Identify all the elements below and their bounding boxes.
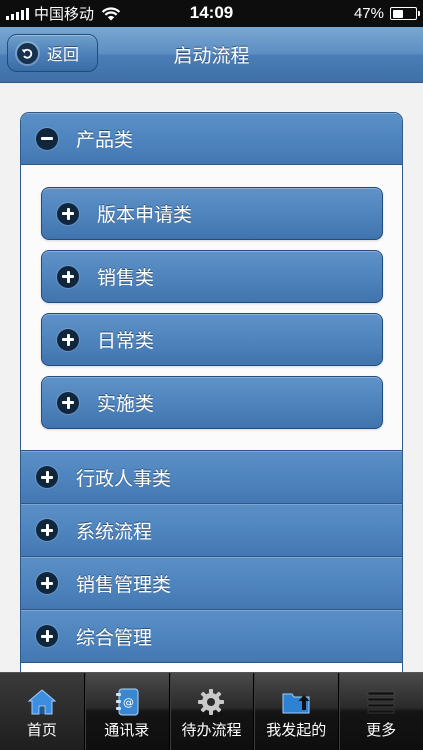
content-area[interactable]: 产品类 版本申请类 销售类 日常类 实施类 行政人事类 系统流程 销售管理类 综… xyxy=(0,84,423,672)
category-list: 产品类 版本申请类 销售类 日常类 实施类 行政人事类 系统流程 销售管理类 综… xyxy=(20,112,403,672)
minus-circle-icon xyxy=(36,127,58,150)
plus-circle-icon xyxy=(36,572,58,594)
tab-bar: 首页 @ 通讯录 待办流程 我发起的 更多 xyxy=(0,672,423,750)
subcategory-item-sales[interactable]: 销售类 xyxy=(41,250,383,303)
gear-icon xyxy=(196,687,226,717)
subcategory-label: 销售类 xyxy=(97,267,155,289)
contacts-icon: @ xyxy=(112,687,142,717)
category-row-system-process[interactable]: 系统流程 xyxy=(21,504,402,557)
subcategory-item-version-application[interactable]: 版本申请类 xyxy=(41,187,383,240)
battery-icon xyxy=(390,7,420,20)
plus-circle-icon xyxy=(36,466,58,488)
tab-label: 首页 xyxy=(26,721,57,739)
svg-text:@: @ xyxy=(123,696,134,709)
category-label: 行政人事类 xyxy=(76,467,172,490)
category-label: 综合管理 xyxy=(76,626,153,649)
plus-circle-icon xyxy=(57,328,79,351)
subcategory-label: 实施类 xyxy=(97,393,155,415)
tab-label: 通讯录 xyxy=(104,721,150,739)
plus-circle-icon xyxy=(57,265,79,288)
category-row-admin-hr[interactable]: 行政人事类 xyxy=(21,451,402,504)
status-bar: 中国移动 14:09 47% xyxy=(0,0,423,27)
tab-initiated[interactable]: 我发起的 xyxy=(254,673,340,750)
tab-home[interactable]: 首页 xyxy=(0,673,85,750)
battery-level-fill xyxy=(392,9,403,18)
subcategory-item-daily[interactable]: 日常类 xyxy=(41,313,383,366)
category-row-product[interactable]: 产品类 xyxy=(21,113,402,165)
category-label: 系统流程 xyxy=(76,520,153,543)
subcategory-label: 日常类 xyxy=(97,330,155,352)
tab-label: 我发起的 xyxy=(266,721,327,739)
tab-label: 更多 xyxy=(366,721,397,739)
plus-circle-icon xyxy=(57,202,79,225)
category-label: 销售管理类 xyxy=(76,573,172,596)
tab-label: 待办流程 xyxy=(181,721,242,739)
page-title: 启动流程 xyxy=(173,45,250,67)
plus-circle-icon xyxy=(36,625,58,647)
category-row-sales-management[interactable]: 销售管理类 xyxy=(21,557,402,610)
tab-contacts[interactable]: @ 通讯录 xyxy=(85,673,170,750)
status-right: 47% xyxy=(353,4,420,23)
navigation-bar: 返回 启动流程 xyxy=(0,27,423,83)
category-label: 产品类 xyxy=(76,129,134,151)
subcategory-item-implementation[interactable]: 实施类 xyxy=(41,376,383,429)
home-icon xyxy=(27,687,57,717)
battery-percent: 47% xyxy=(353,5,384,22)
plus-circle-icon xyxy=(57,391,79,414)
menu-lines-icon xyxy=(366,687,396,717)
subcategory-panel: 版本申请类 销售类 日常类 实施类 xyxy=(21,165,402,451)
folder-upload-icon xyxy=(281,687,311,717)
tab-more[interactable]: 更多 xyxy=(339,673,423,750)
subcategory-label: 版本申请类 xyxy=(97,204,193,226)
category-row-general-management[interactable]: 综合管理 xyxy=(21,610,402,663)
tab-pending[interactable]: 待办流程 xyxy=(170,673,255,750)
plus-circle-icon xyxy=(36,519,58,541)
